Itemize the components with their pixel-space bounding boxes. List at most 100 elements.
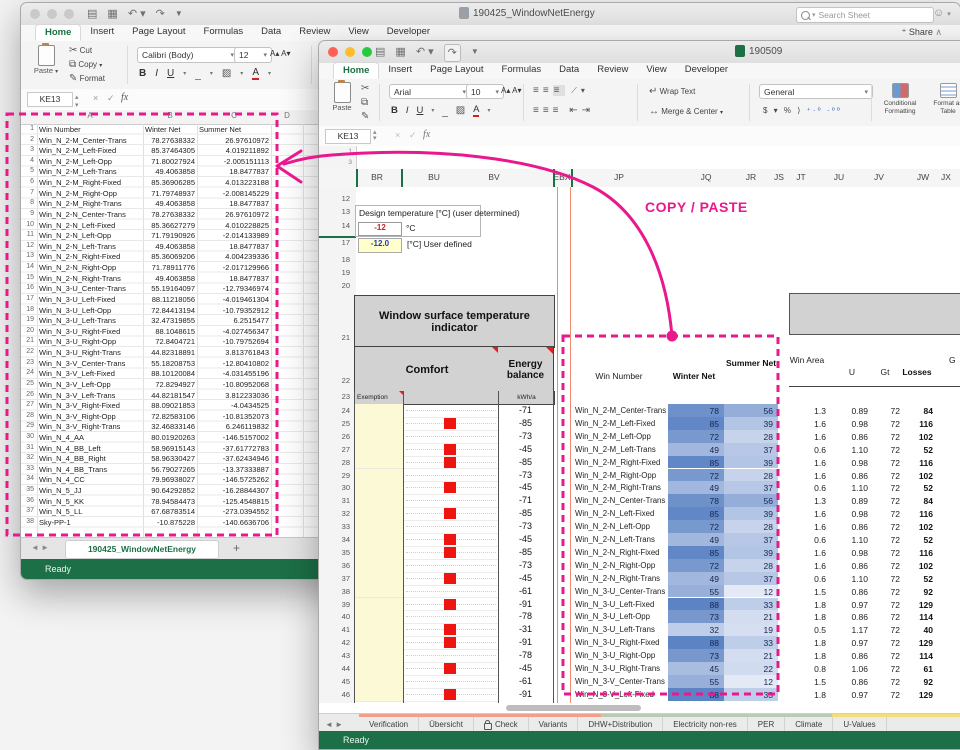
comfort-cell[interactable] (404, 572, 498, 586)
window-controls[interactable] (328, 47, 372, 57)
row-number[interactable]: 11 (21, 231, 34, 240)
row-number[interactable]: 31 (319, 496, 350, 506)
cell-losses[interactable]: 84 (903, 496, 933, 506)
cell-win-number[interactable]: Win_N_4_BB_Trans (39, 465, 141, 474)
close-icon[interactable] (30, 9, 40, 19)
cell-gt[interactable]: 72 (875, 406, 900, 416)
exemption-cell[interactable] (355, 533, 403, 547)
row-number[interactable]: 12 (319, 194, 350, 205)
row-number[interactable]: 34 (21, 475, 34, 484)
paste-button[interactable]: Paste ▾ (31, 45, 61, 75)
energy-balance-cell[interactable]: -45 (498, 573, 553, 584)
font-name-select[interactable]: Arial▾ (389, 84, 471, 99)
cell-win-number[interactable]: Win_N_2-M_Right-Trans (39, 199, 141, 208)
cell-summer-net[interactable]: -146.5157002 (197, 433, 269, 442)
column-header-jp[interactable]: JP (601, 172, 637, 184)
add-sheet-button[interactable]: + (233, 541, 240, 555)
row-number[interactable]: 25 (319, 419, 350, 429)
cell-winter-net[interactable]: 55 (668, 675, 724, 688)
cell-win-number[interactable]: Win_N_3-V_Left-Fixed (39, 369, 141, 378)
cell-winter-net[interactable]: 88 (668, 688, 724, 701)
energy-balance-cell[interactable]: -85 (498, 508, 553, 519)
table-header-row[interactable]: 1Win NumberWinter NetSummer Net (21, 124, 321, 135)
row-number[interactable]: 30 (21, 433, 34, 442)
exemption-cell[interactable] (355, 417, 403, 431)
column-headers[interactable]: BRBUBVEBXJPJQJRJSJTJUJVJWJX (319, 169, 960, 188)
exemption-cell[interactable] (355, 649, 403, 663)
comfort-cell[interactable] (404, 585, 498, 599)
cell-win-number[interactable]: Win_N_2-M_Left-Opp (575, 432, 667, 442)
ribbon-tab-insert[interactable]: Insert (379, 62, 421, 79)
cell-winter-net[interactable]: 85 (668, 456, 724, 469)
minimize-icon[interactable] (345, 47, 355, 57)
cell-win-number[interactable]: Win_N_5_LL (39, 507, 141, 516)
cell-winter-net[interactable]: 72 (668, 520, 724, 533)
cell-summer-net[interactable]: -10.81352073 (197, 412, 269, 421)
comfort-cell[interactable] (404, 456, 498, 470)
cell-win-number[interactable]: Win_N_2-M_Right-Fixed (575, 458, 667, 468)
brush-icon[interactable]: ✎ (361, 111, 369, 123)
cell-win-number[interactable]: Win_N_2-M_Right-Fixed (39, 178, 141, 187)
cell-u-value[interactable]: 0.86 (831, 522, 868, 532)
cell-winter-net[interactable]: 80.01920263 (133, 433, 195, 442)
exemption-cell[interactable] (355, 662, 403, 676)
cell-u-value[interactable]: 0.98 (831, 458, 868, 468)
cell-gt[interactable]: 72 (875, 600, 900, 610)
cell-winter-net[interactable]: 85.36627279 (133, 221, 195, 230)
undo-icon[interactable]: ↶ ▾ (416, 44, 434, 62)
ribbon-tab-developer[interactable]: Developer (378, 24, 439, 41)
row-number[interactable]: 13 (21, 252, 34, 261)
comfort-cell[interactable] (404, 507, 498, 521)
row-number[interactable]: 38 (21, 518, 34, 527)
cell-winter-net[interactable]: 58.96330427 (133, 454, 195, 463)
cell-summer-net[interactable]: -4.027456347 (197, 327, 269, 336)
fill-color-button[interactable]: ▨ (222, 68, 231, 80)
cell-win-area[interactable]: 1.5 (791, 677, 826, 687)
cell-summer-net[interactable]: 6.2515477 (197, 316, 269, 325)
cell-winter-net[interactable]: 71.80027924 (133, 157, 195, 166)
exemption-cell[interactable] (355, 598, 403, 612)
enter-icon[interactable]: ✓ (107, 93, 115, 104)
cell-u-value[interactable]: 0.98 (831, 509, 868, 519)
row-number[interactable]: 36 (21, 497, 34, 506)
cell-winter-net[interactable]: 49.4063858 (133, 199, 195, 208)
cell-losses[interactable]: 114 (903, 651, 933, 661)
comfort-cell[interactable] (404, 675, 498, 689)
row-number[interactable]: 16 (21, 284, 34, 293)
font-size-select[interactable]: 12▾ (234, 47, 272, 63)
cell-summer-net[interactable]: 3.813761843 (197, 348, 269, 357)
table-row[interactable]: 17Win_N_3-U_Left-Fixed88.11218056-4.0194… (21, 294, 321, 305)
cell-winter-net[interactable]: 78 (668, 494, 724, 507)
cell-win-number[interactable]: Win_N_3-V_Right-Opp (39, 412, 141, 421)
cell-gt[interactable]: 72 (875, 587, 900, 597)
cell-winter-net[interactable]: -10.875228 (133, 518, 195, 527)
cell-win-number[interactable]: Win_N_3-U_Left-Opp (39, 306, 141, 315)
sheet-nav-arrows[interactable]: ◄ ► (325, 720, 355, 730)
cell-summer-net[interactable]: 21 (724, 610, 778, 623)
fill-color-button[interactable]: ▨ (456, 105, 465, 117)
cancel-icon[interactable]: × (93, 93, 98, 103)
cell-summer-net[interactable]: 4.019211892 (197, 146, 269, 155)
cut-button[interactable]: ✂ Cut (69, 45, 105, 57)
wrap-text-button[interactable]: ↵ Wrap Text (649, 86, 695, 98)
ribbon-tab-review[interactable]: Review (588, 62, 637, 79)
exemption-cell[interactable] (355, 610, 403, 624)
energy-balance-cell[interactable]: -45 (498, 444, 553, 455)
cell-winter-net[interactable]: 78.27638332 (133, 136, 195, 145)
table-row[interactable]: 23Win_N_3-V_Center-Trans55.18208753-12.8… (21, 358, 321, 369)
cell-win-area[interactable]: 1.6 (791, 471, 826, 481)
cell-win-area[interactable]: 1.8 (791, 638, 826, 648)
cell-summer-net[interactable]: 37 (724, 481, 778, 494)
cell-summer-net[interactable]: -4.0434525 (197, 401, 269, 410)
cell-winter-net[interactable]: 55.19164097 (133, 284, 195, 293)
row-number[interactable]: 3 (21, 146, 34, 155)
font-grow-shrink[interactable]: A▴ A▾ (501, 86, 521, 95)
zoom-icon[interactable] (64, 9, 74, 19)
cell-summer-net[interactable]: 6.246119832 (197, 422, 269, 431)
cell-gt[interactable]: 72 (875, 561, 900, 571)
row-number[interactable]: 8 (21, 199, 34, 208)
row-number[interactable]: 35 (21, 486, 34, 495)
cell-summer-net[interactable]: 18.8477837 (197, 274, 269, 283)
cell-u-value[interactable]: 1.10 (831, 574, 868, 584)
cell-u-value[interactable]: 1.10 (831, 445, 868, 455)
